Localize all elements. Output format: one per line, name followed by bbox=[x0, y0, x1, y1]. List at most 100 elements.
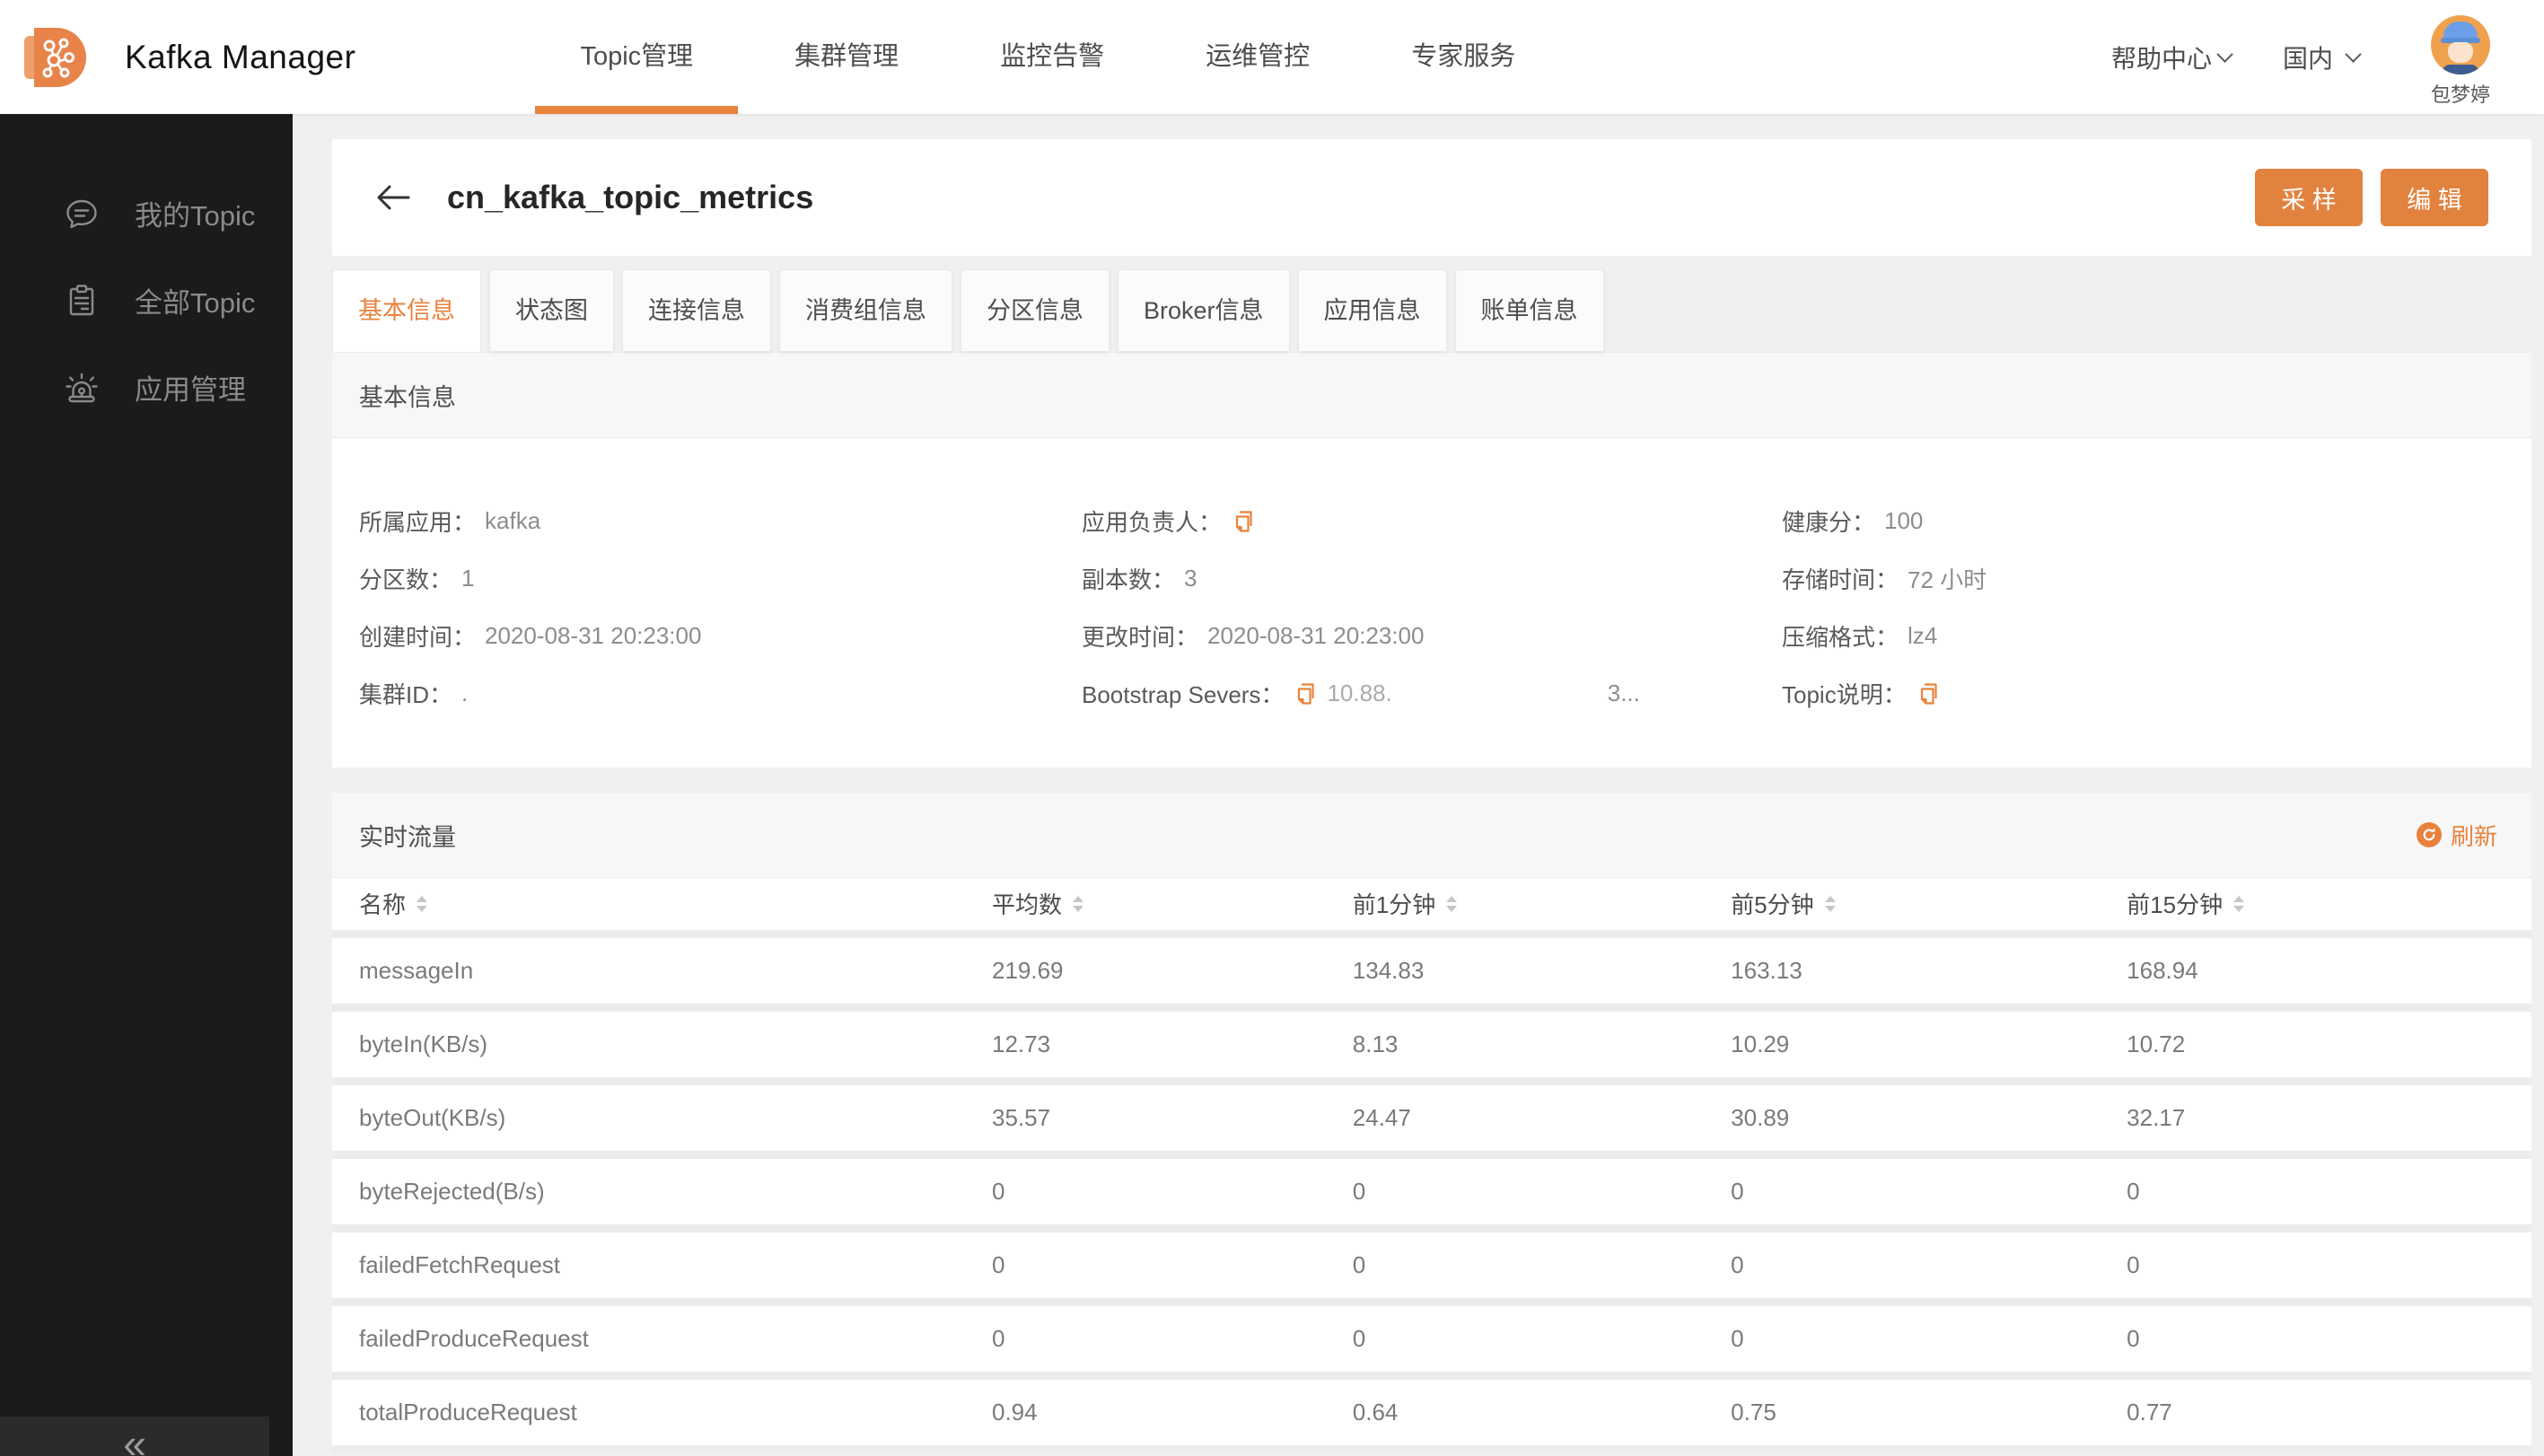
table-row: messageIn 219.69 134.83 163.13 168.94 bbox=[332, 934, 2531, 1012]
field-value: lz4 bbox=[1908, 622, 1938, 649]
sort-arrows-icon[interactable] bbox=[417, 895, 428, 912]
sidebar-item-label: 应用管理 bbox=[135, 374, 246, 406]
sidebar-item-label: 我的Topic bbox=[135, 200, 256, 232]
realtime-flow-card: 实时流量 刷新 名称 平均数 前1分钟 前5分钟 前15分钟 messageIn… bbox=[332, 792, 2531, 1453]
metric-name: messageIn bbox=[332, 934, 992, 1012]
field-label: Bootstrap Severs： bbox=[1082, 681, 1285, 708]
kafka-manager-app: Kafka Manager Topic管理 集群管理 监控告警 运维管控 专家服… bbox=[0, 0, 2544, 1456]
user-name: 包梦婷 bbox=[2430, 83, 2490, 106]
chevron-down-icon bbox=[2345, 46, 2362, 63]
tab-basic-info[interactable]: 基本信息 bbox=[332, 269, 481, 352]
help-center-menu[interactable]: 帮助中心 bbox=[2111, 39, 2233, 75]
nav-item-label: 集群管理 bbox=[794, 42, 899, 71]
refresh-button[interactable]: 刷新 bbox=[2416, 819, 2497, 852]
sidebar-item-all-topic[interactable]: 全部Topic bbox=[0, 257, 293, 344]
sidebar-item-my-topic[interactable]: 我的Topic bbox=[0, 170, 293, 257]
tab-consumer-group-info[interactable]: 消费组信息 bbox=[779, 269, 952, 352]
field-label: 集群ID： bbox=[359, 681, 453, 708]
metric-avg: 12.73 bbox=[991, 1007, 1353, 1085]
nav-item-topic[interactable]: Topic管理 bbox=[535, 0, 739, 114]
metric-avg: 35.57 bbox=[991, 1081, 1353, 1159]
kafka-manager-logo-icon bbox=[24, 27, 86, 87]
avatar-face bbox=[2447, 42, 2473, 63]
field-value: 2020-08-31 20:23:00 bbox=[485, 622, 702, 649]
main-content: cn_kafka_topic_metrics 采 样 编 辑 基本信息 状态图 … bbox=[332, 139, 2531, 1453]
nav-item-label: 监控告警 bbox=[1000, 42, 1105, 71]
field-label: 应用负责人： bbox=[1082, 509, 1223, 536]
metric-5min: 163.13 bbox=[1731, 934, 2127, 1012]
back-arrow-icon[interactable] bbox=[375, 183, 411, 212]
sort-arrows-icon[interactable] bbox=[1824, 895, 1836, 912]
tab-app-info[interactable]: 应用信息 bbox=[1297, 269, 1447, 352]
metric-1min: 8.13 bbox=[1352, 1007, 1732, 1085]
nav-item-expert[interactable]: 专家服务 bbox=[1366, 0, 1560, 114]
region-menu[interactable]: 国内 bbox=[2283, 39, 2362, 75]
copy-icon[interactable] bbox=[1233, 509, 1256, 534]
column-header-name: 名称 bbox=[359, 891, 407, 919]
app-title: Kafka Manager bbox=[125, 38, 356, 75]
tab-status-chart[interactable]: 状态图 bbox=[489, 269, 614, 352]
table-header-row: 名称 平均数 前1分钟 前5分钟 前15分钟 bbox=[332, 878, 2531, 938]
table-row: failedFetchRequest 0 0 0 0 bbox=[332, 1228, 2531, 1306]
table-row: byteRejected(B/s) 0 0 0 0 bbox=[332, 1154, 2531, 1232]
topbar-right: 帮助中心 国内 包梦婷 bbox=[2111, 6, 2490, 108]
tab-broker-info[interactable]: Broker信息 bbox=[1118, 269, 1290, 352]
sample-button[interactable]: 采 样 bbox=[2255, 169, 2363, 226]
field-retention-time: 存储时间： 72 小时 bbox=[1782, 562, 2531, 595]
field-bootstrap-servers: Bootstrap Severs： 10.88. 3... bbox=[1082, 677, 1782, 710]
sidebar-item-label: 全部Topic bbox=[135, 287, 256, 319]
refresh-label: 刷新 bbox=[2450, 822, 2497, 850]
tab-bill-info[interactable]: 账单信息 bbox=[1454, 269, 1604, 352]
user-menu[interactable]: 包梦婷 bbox=[2430, 15, 2490, 108]
metric-15min: 0 bbox=[2127, 1228, 2531, 1306]
copy-icon[interactable] bbox=[1294, 681, 1318, 706]
metric-5min: 10.29 bbox=[1731, 1007, 2127, 1085]
sidebar-collapse-bar[interactable]: « bbox=[0, 1417, 269, 1456]
nav-item-cluster[interactable]: 集群管理 bbox=[750, 0, 943, 114]
metric-avg: 0 bbox=[991, 1154, 1353, 1232]
metric-5min: 30.89 bbox=[1731, 1081, 2127, 1159]
sidebar-item-app-manage[interactable]: 应用管理 bbox=[0, 344, 293, 431]
field-compression-format: 压缩格式： lz4 bbox=[1782, 619, 2531, 653]
metric-avg: 219.69 bbox=[991, 934, 1353, 1012]
column-header-15min: 前15分钟 bbox=[2127, 891, 2224, 919]
metric-15min: 0 bbox=[2127, 1302, 2531, 1380]
table-row: byteIn(KB/s) 12.73 8.13 10.29 10.72 bbox=[332, 1007, 2531, 1085]
metric-5min: 0 bbox=[1731, 1302, 2127, 1380]
realtime-metrics-table: 名称 平均数 前1分钟 前5分钟 前15分钟 messageIn 219.69 … bbox=[332, 878, 2531, 1453]
tab-partition-info[interactable]: 分区信息 bbox=[961, 269, 1110, 352]
field-label: 存储时间： bbox=[1782, 566, 1899, 593]
detail-tabs: 基本信息 状态图 连接信息 消费组信息 分区信息 Broker信息 应用信息 账… bbox=[332, 269, 2531, 352]
table-row: totalProduceRequest 0.94 0.64 0.75 0.77 bbox=[332, 1375, 2531, 1453]
edit-button[interactable]: 编 辑 bbox=[2381, 169, 2488, 226]
section-title: 基本信息 bbox=[359, 383, 456, 411]
top-navbar: Kafka Manager Topic管理 集群管理 监控告警 运维管控 专家服… bbox=[0, 0, 2544, 114]
field-app-owner: 应用负责人： bbox=[1082, 504, 1782, 538]
title-actions: 采 样 编 辑 bbox=[2255, 169, 2488, 226]
field-value: . bbox=[461, 680, 469, 706]
field-label: 创建时间： bbox=[359, 624, 477, 651]
nav-item-label: 专家服务 bbox=[1411, 42, 1516, 71]
collapse-chevrons-icon: « bbox=[123, 1420, 146, 1456]
tab-connection-info[interactable]: 连接信息 bbox=[622, 269, 771, 352]
nav-item-monitor[interactable]: 监控告警 bbox=[955, 0, 1149, 114]
nav-item-ops[interactable]: 运维管控 bbox=[1161, 0, 1355, 114]
sort-arrows-icon[interactable] bbox=[1446, 895, 1458, 912]
metric-5min: 0 bbox=[1731, 1228, 2127, 1306]
column-header-1min: 前1分钟 bbox=[1352, 891, 1436, 919]
nav-item-label: 运维管控 bbox=[1206, 42, 1311, 71]
metric-15min: 0 bbox=[2127, 1154, 2531, 1232]
sort-arrows-icon[interactable] bbox=[2233, 895, 2245, 912]
metric-name: failedFetchRequest bbox=[332, 1228, 992, 1306]
field-value: 1 bbox=[461, 565, 475, 592]
table-row: byteOut(KB/s) 35.57 24.47 30.89 32.17 bbox=[332, 1081, 2531, 1159]
metric-name: byteIn(KB/s) bbox=[332, 1007, 992, 1085]
metric-5min: 0 bbox=[1731, 1154, 2127, 1232]
field-value: kafka bbox=[485, 507, 541, 534]
copy-icon[interactable] bbox=[1917, 681, 1941, 706]
field-create-time: 创建时间： 2020-08-31 20:23:00 bbox=[359, 619, 1082, 653]
metric-1min: 0.64 bbox=[1352, 1375, 1732, 1453]
field-label: Topic说明： bbox=[1782, 681, 1907, 708]
sort-arrows-icon[interactable] bbox=[1073, 895, 1083, 912]
field-health-score: 健康分： 100 bbox=[1782, 504, 2531, 538]
